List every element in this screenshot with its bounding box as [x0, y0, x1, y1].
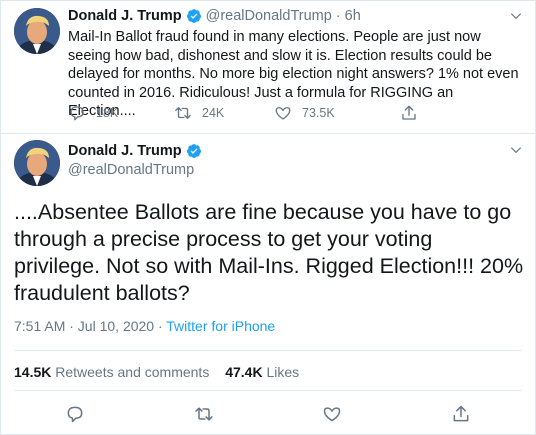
tweet2-source-link[interactable]: Twitter for iPhone [166, 318, 275, 334]
tweet2-timestamp[interactable]: 7:51 AM · Jul 10, 2020 · [14, 318, 163, 334]
reply-icon [70, 106, 84, 121]
like-button[interactable]: 73.5K [274, 104, 335, 122]
avatar[interactable] [14, 8, 60, 54]
meta-divider [14, 350, 522, 351]
chevron-down-icon[interactable] [509, 9, 523, 23]
retweets-label: Retweets and comments [55, 364, 210, 380]
reply-icon[interactable] [65, 404, 85, 424]
like-count: 73.5K [302, 106, 335, 120]
tweet2-meta: 7:51 AM · Jul 10, 2020 · Twitter for iPh… [14, 318, 275, 334]
verified-badge-icon [186, 144, 201, 158]
tweet2-text: ....Absentee Ballots are fine because yo… [14, 200, 524, 305]
share-icon[interactable] [451, 404, 471, 424]
tweet2-handle[interactable]: @realDonaldTrump [68, 162, 194, 178]
retweets-stat[interactable]: 14.5K Retweets and comments [14, 364, 209, 380]
like-icon [275, 107, 291, 120]
retweet-icon[interactable] [194, 404, 214, 424]
tweet2-stats: 14.5K Retweets and comments 47.4K Likes [14, 364, 299, 380]
share-button[interactable] [400, 104, 428, 122]
tweet1-author-name[interactable]: Donald J. Trump [68, 8, 182, 24]
stats-divider [14, 390, 522, 391]
retweet-button[interactable]: 24K [174, 104, 224, 122]
likes-stat[interactable]: 47.4K Likes [225, 364, 299, 380]
tweet1-header: Donald J. Trump @realDonaldTrump · 6h [68, 8, 361, 24]
likes-label: Likes [266, 364, 300, 380]
share-icon [402, 105, 416, 120]
tweet2-author-name[interactable]: Donald J. Trump [68, 143, 206, 159]
retweet-icon [175, 107, 191, 119]
verified-badge-icon [186, 9, 201, 23]
tweet2-author-name-text: Donald J. Trump [68, 143, 182, 159]
tweet1-handle[interactable]: @realDonaldTrump [206, 8, 332, 24]
likes-count: 47.4K [225, 364, 263, 380]
tweet1-separator: · [335, 8, 341, 24]
retweet-count: 24K [202, 106, 225, 120]
tweet1-actions: 18K 24K 73.5K [68, 104, 448, 124]
avatar[interactable] [14, 140, 60, 186]
reply-count: 18K [96, 106, 119, 120]
tweet2-actions [0, 401, 536, 425]
chevron-down-icon[interactable] [509, 143, 523, 157]
retweets-count: 14.5K [14, 364, 52, 380]
tweet1-time[interactable]: 6h [345, 8, 361, 24]
tweet-divider [0, 133, 536, 134]
reply-button[interactable]: 18K [68, 104, 118, 122]
like-icon[interactable] [322, 404, 342, 424]
